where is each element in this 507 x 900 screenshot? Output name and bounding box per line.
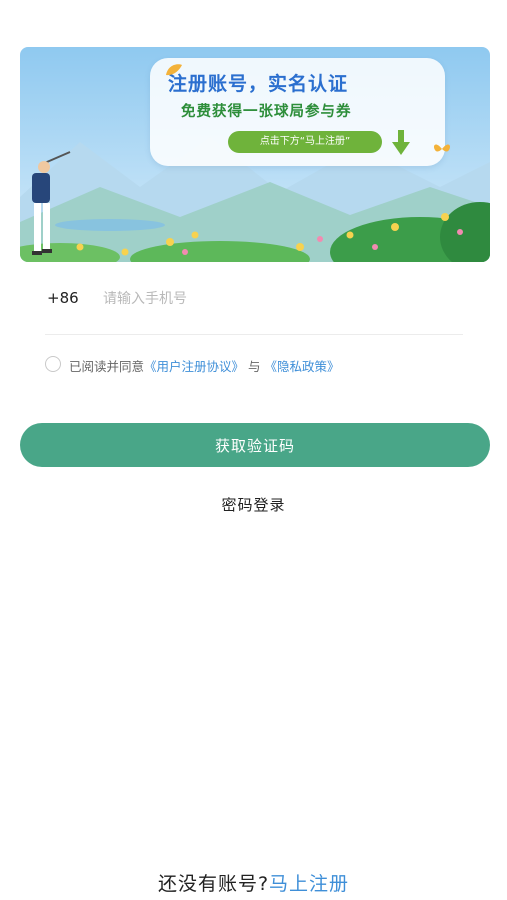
- privacy-policy-link[interactable]: 《隐私政策》: [265, 359, 340, 374]
- user-agreement-link[interactable]: 《用户注册协议》: [144, 359, 244, 374]
- agreement-text: 已阅读并同意《用户注册协议》 与 《隐私政策》: [69, 356, 340, 375]
- country-code[interactable]: +86: [47, 289, 79, 307]
- register-prompt: 还没有账号?马上注册: [0, 869, 507, 896]
- phone-row: +86: [45, 280, 463, 335]
- agreement-prefix: 已阅读并同意: [69, 359, 145, 374]
- butterfly-icon: [433, 144, 451, 152]
- password-login-link[interactable]: 密码登录: [0, 494, 507, 515]
- arrow-down-icon: [392, 130, 410, 155]
- get-code-button[interactable]: 获取验证码: [20, 423, 490, 467]
- leaf-icon: [166, 64, 182, 76]
- banner-title: 注册账号，实名认证: [168, 73, 349, 95]
- agree-checkbox[interactable]: [45, 356, 61, 372]
- phone-input[interactable]: [103, 284, 443, 314]
- banner-subtitle: 免费获得一张球局参与券: [181, 104, 352, 120]
- register-link[interactable]: 马上注册: [269, 873, 349, 895]
- promo-banner[interactable]: 注册账号，实名认证 免费获得一张球局参与券 点击下方“马上注册”: [20, 47, 490, 262]
- agreement-joiner: 与: [248, 359, 261, 374]
- register-prompt-text: 还没有账号?: [157, 873, 270, 895]
- banner-cta: 点击下方“马上注册”: [228, 131, 382, 153]
- agreement-row: 已阅读并同意《用户注册协议》 与 《隐私政策》: [45, 354, 465, 376]
